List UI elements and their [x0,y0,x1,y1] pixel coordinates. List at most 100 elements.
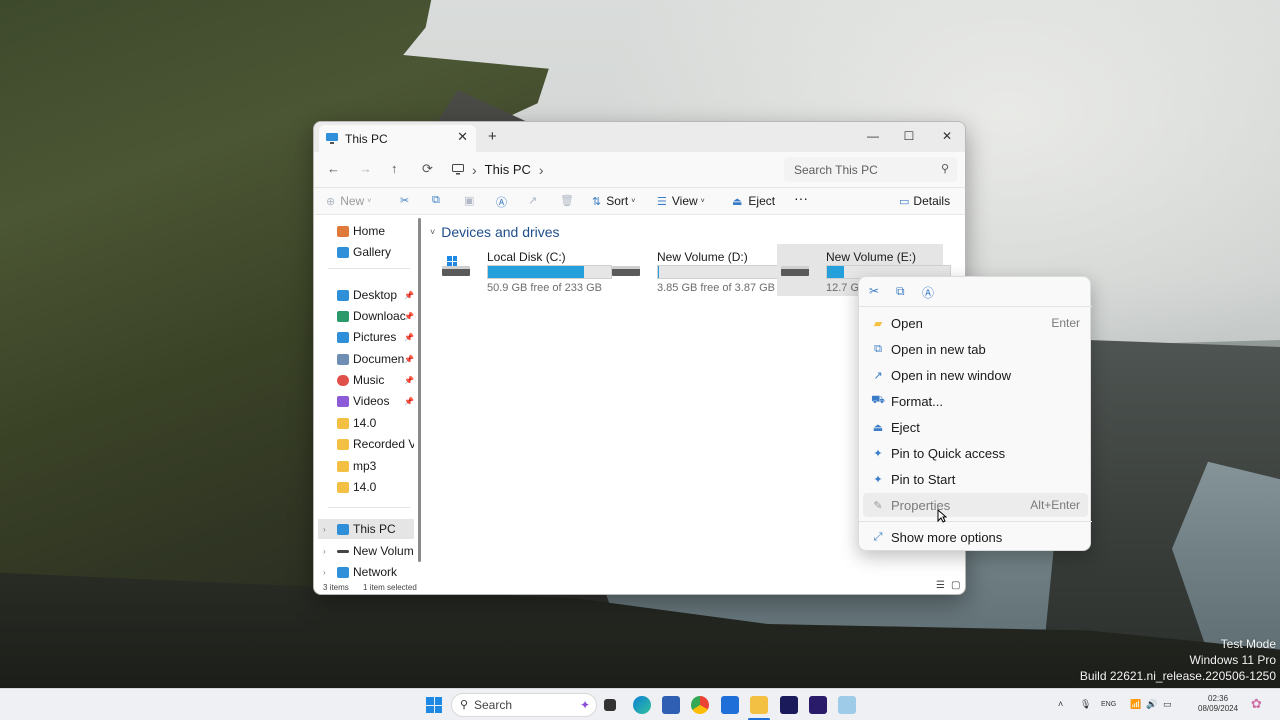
tab-this-pc[interactable]: This PC ✕ [319,125,476,152]
title-bar[interactable]: This PC ✕ + — ☐ ✕ [314,122,965,152]
details-view-icon[interactable]: ☰ [936,580,945,591]
forward-button[interactable]: → [359,161,372,176]
hard-drive-icon [612,266,640,276]
chrome-icon[interactable] [691,696,709,714]
rename-icon[interactable]: Ⓐ [496,194,507,210]
back-button[interactable]: ← [327,161,340,176]
tab-close-icon[interactable]: ✕ [457,129,468,145]
open-icon: ▰ [873,317,883,330]
up-button[interactable]: ↑ [391,161,398,176]
search-highlight-icon: ✦ [579,698,590,712]
delete-icon[interactable]: 🗑 [560,194,574,207]
windows-logo-tile [426,697,434,705]
cut-icon[interactable]: ✂ [869,284,879,298]
remote-desktop-icon[interactable] [838,696,856,714]
mail-icon[interactable] [721,696,739,714]
sort-icon: ⇅ [592,195,602,208]
menu-item-pin-start[interactable]: ✦ Pin to Start [863,467,1088,491]
menu-item-eject[interactable]: ⏏ Eject [863,415,1088,439]
edge-icon[interactable] [633,696,651,714]
new-tab-button[interactable]: + [488,128,497,145]
cut-icon[interactable]: ✂ [400,194,409,207]
clock-time: 02:36 [1208,694,1229,703]
breadcrumb-item[interactable]: This PC [485,162,531,177]
menu-item-format[interactable]: ⛟ Format... [863,389,1088,413]
battery-icon[interactable]: ▭ [1163,699,1172,710]
sidebar-item-folder[interactable]: Recorded Vi [318,434,414,454]
sidebar-item-desktop[interactable]: Desktop 📌 [318,285,414,305]
chevron-right-icon[interactable]: › [323,568,326,577]
store-icon[interactable] [662,696,680,714]
sidebar-item-gallery[interactable]: Gallery [318,242,414,262]
show-hidden-icons-icon[interactable]: ˄ [1058,699,1063,709]
menu-item-open-new-tab[interactable]: ⧉ Open in new tab [863,337,1088,361]
sidebar-item-folder[interactable]: mp3 [318,456,414,476]
task-view-icon[interactable] [604,699,616,711]
rename-icon[interactable]: Ⓐ [922,284,934,301]
search-input[interactable]: Search This PC ⚲ [784,157,957,182]
sidebar-item-pictures[interactable]: Pictures 📌 [318,327,414,347]
drive-item[interactable]: New Volume (D:) 3.85 GB free of 3.87 GB [608,244,782,296]
menu-item-show-more-options[interactable]: ⤢ Show more options [863,525,1088,549]
sort-button[interactable]: ⇅ Sort ˅ [592,194,635,208]
copilot-icon[interactable]: ✿ [1251,696,1262,712]
chevron-down-icon: ˅ [430,227,436,237]
tiles-view-icon[interactable]: ▢ [951,580,960,591]
menu-item-open-new-window[interactable]: ↗ Open in new window [863,363,1088,387]
sidebar-item-new-volume[interactable]: › New Volume [318,541,414,561]
chevron-right-icon[interactable]: › [539,162,544,178]
chevron-right-icon: › [472,161,477,178]
menu-item-open[interactable]: ▰ Open Enter [863,311,1088,335]
paste-icon[interactable]: ▣ [464,194,474,207]
taskbar-search[interactable]: ⚲ Search ✦ [451,693,597,717]
new-button[interactable]: ⊕ New ˅ [326,194,371,208]
microphone-icon[interactable]: 🎙 [1080,699,1091,710]
copy-icon[interactable]: ⧉ [896,284,905,299]
sidebar-item-videos[interactable]: Videos 📌 [318,391,414,411]
sidebar-scrollbar[interactable] [418,218,421,562]
context-quick-actions: ✂ ⧉ Ⓐ [859,277,1092,307]
group-header[interactable]: ˅ Devices and drives [430,224,560,240]
eject-button[interactable]: ⏏ Eject [732,194,775,208]
sidebar-item-documents[interactable]: Documen 📌 [318,349,414,369]
chevron-right-icon[interactable]: › [323,547,326,556]
drive-free-space: 3.85 GB free of 3.87 GB [657,282,776,294]
details-button[interactable]: ▭ Details [899,194,950,208]
clock[interactable]: 02:36 08/09/2024 [1198,694,1238,714]
file-explorer-icon[interactable] [750,696,768,714]
media-encoder-icon[interactable] [809,696,827,714]
view-button[interactable]: ☰ View ˅ [657,194,705,208]
premiere-pro-icon[interactable] [780,696,798,714]
breadcrumb[interactable]: › This PC › [452,157,772,182]
chevron-right-icon[interactable]: › [323,525,326,534]
refresh-button[interactable]: ⟳ [422,161,433,177]
clock-date: 08/09/2024 [1198,704,1239,713]
more-options-button[interactable]: ··· [794,190,808,206]
format-icon: ⛟ [871,394,885,406]
sidebar-item-downloads[interactable]: Downloac 📌 [318,306,414,326]
minimize-button[interactable]: — [854,125,892,147]
sidebar-item-this-pc[interactable]: › This PC [318,519,414,539]
search-icon: ⚲ [460,699,469,711]
start-button[interactable] [426,697,442,713]
menu-item-pin-quick-access[interactable]: ✦ Pin to Quick access [863,441,1088,465]
sidebar-item-network[interactable]: › Network [318,562,414,582]
pin-icon: 📌 [404,354,414,364]
share-icon[interactable]: ↗ [528,194,537,207]
sidebar-item-home[interactable]: Home [318,221,414,241]
language-indicator[interactable]: ENG [1101,701,1116,708]
maximize-button[interactable]: ☐ [890,125,928,147]
menu-item-properties[interactable]: ✎ Properties Alt+Enter [863,493,1088,517]
wifi-icon[interactable]: 📶 [1130,699,1141,710]
sidebar-item-folder[interactable]: 14.0 [318,477,414,497]
drive-item[interactable]: Local Disk (C:) 50.9 GB free of 233 GB [438,244,612,296]
folder-icon [337,460,349,472]
close-button[interactable]: ✕ [928,125,965,147]
sidebar-item-label: Home [353,224,386,238]
copy-icon[interactable]: ⧉ [432,194,440,207]
sidebar-item-music[interactable]: Music 📌 [318,370,414,390]
watermark-line: Build 22621.ni_release.220506-1250 [1079,669,1276,683]
sidebar-item-folder[interactable]: 14.0 [318,413,414,433]
network-icon [337,566,349,578]
volume-icon[interactable]: 🔊 [1146,699,1157,710]
